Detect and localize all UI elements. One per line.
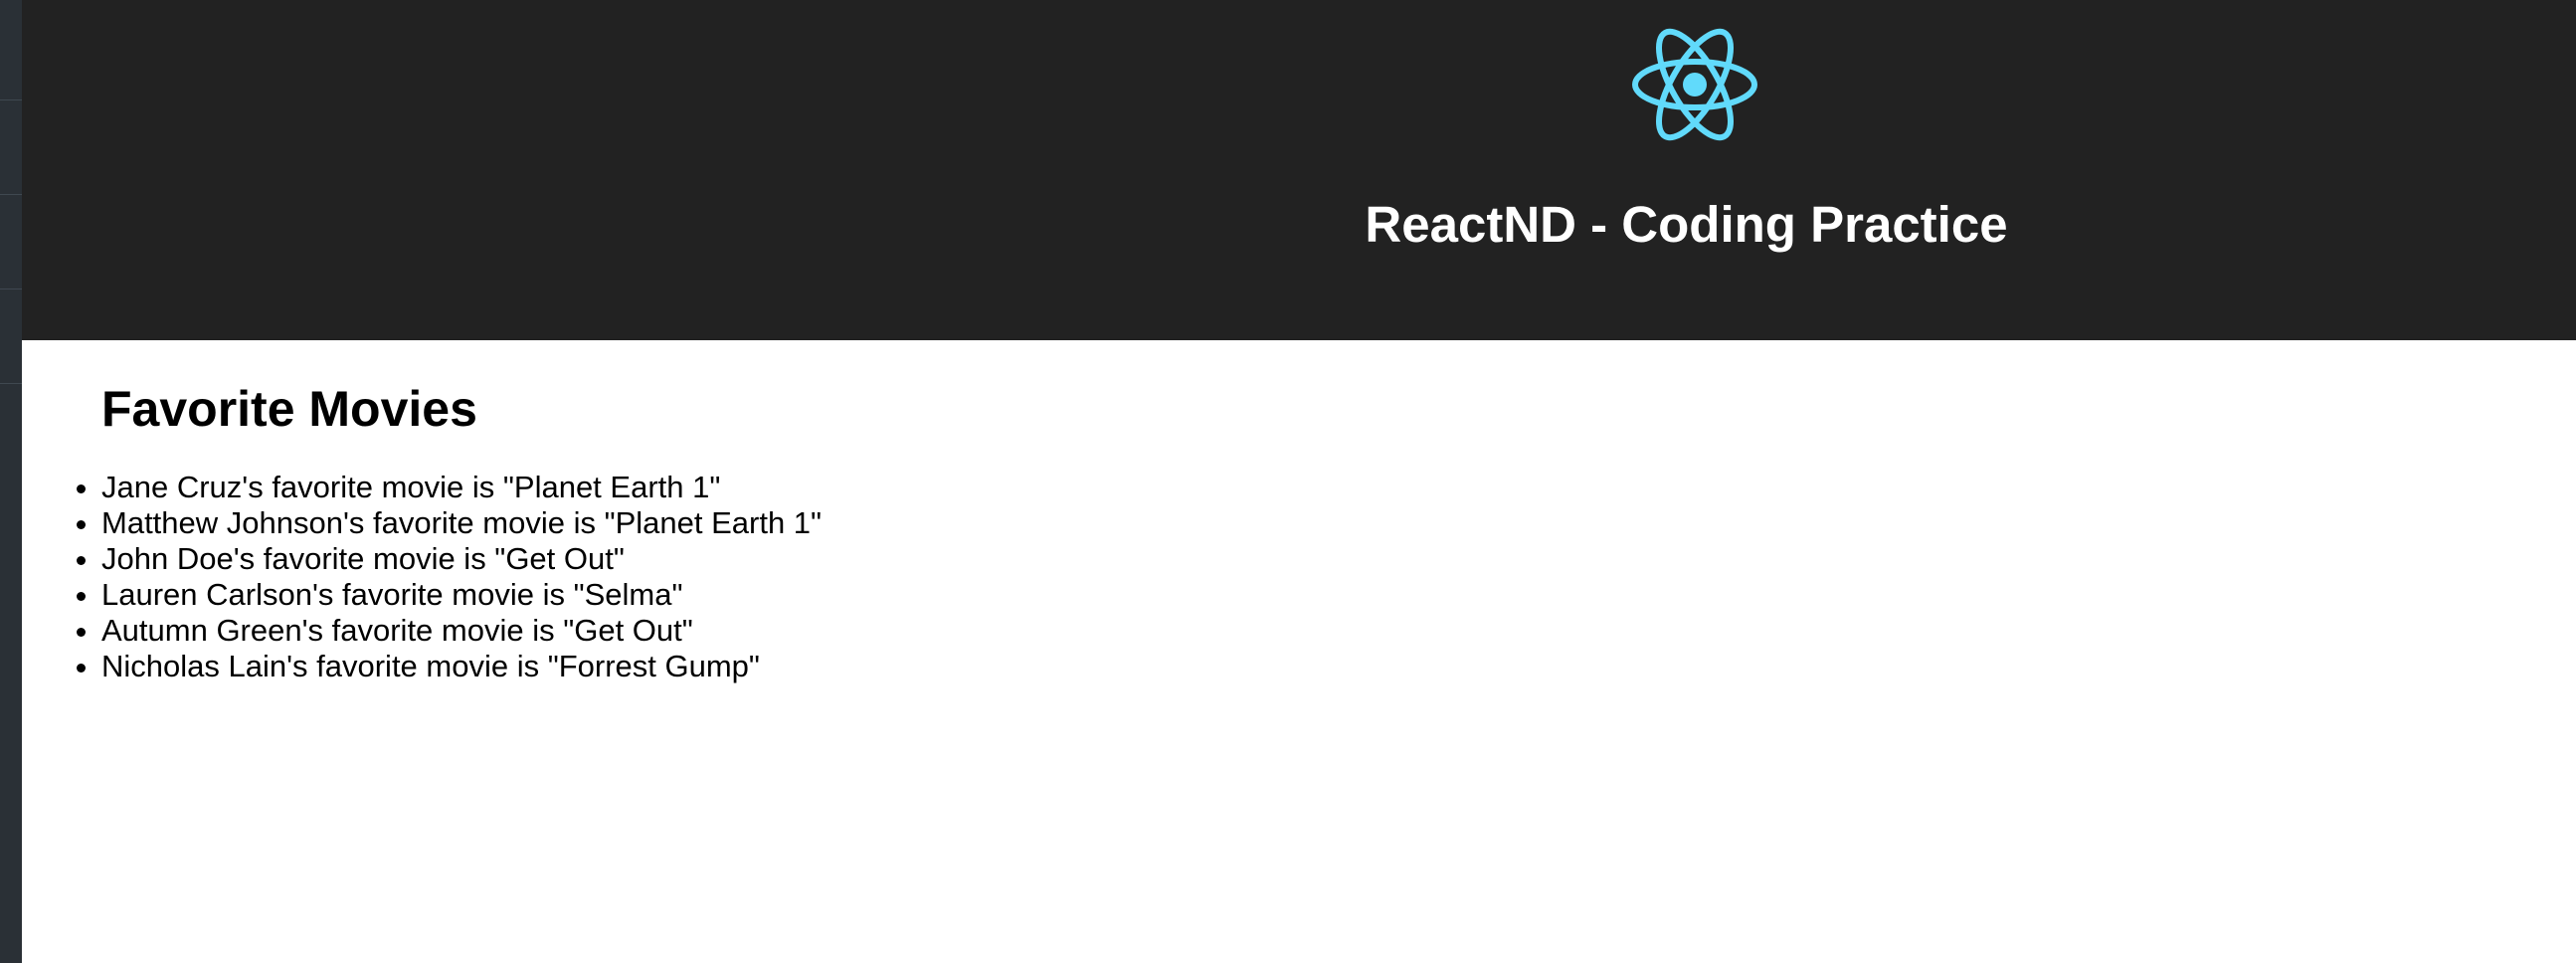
react-logo-svg <box>1632 28 1757 141</box>
react-atom-logo-icon <box>1620 10 1769 159</box>
list-item: Matthew Johnson's favorite movie is "Pla… <box>101 505 822 541</box>
favorite-movies-list: Jane Cruz's favorite movie is "Planet Ea… <box>22 470 822 684</box>
side-strip-divider <box>0 383 22 384</box>
logo-nucleus <box>1683 73 1707 96</box>
list-item: Lauren Carlson's favorite movie is "Selm… <box>101 577 822 613</box>
browser-side-strip <box>0 0 23 963</box>
list-item: John Doe's favorite movie is "Get Out" <box>101 541 822 577</box>
app-title: ReactND - Coding Practice <box>1365 196 2008 253</box>
app-root: ReactND - Coding Practice Favorite Movie… <box>22 0 2576 963</box>
main-content: Favorite Movies Jane Cruz's favorite mov… <box>22 340 2576 963</box>
list-item: Jane Cruz's favorite movie is "Planet Ea… <box>101 470 822 505</box>
list-item: Nicholas Lain's favorite movie is "Forre… <box>101 649 822 684</box>
side-strip-divider <box>0 194 22 195</box>
app-header: ReactND - Coding Practice <box>22 0 2576 340</box>
favorite-movies-heading: Favorite Movies <box>101 381 477 437</box>
list-item: Autumn Green's favorite movie is "Get Ou… <box>101 613 822 649</box>
side-strip-divider <box>0 99 22 100</box>
